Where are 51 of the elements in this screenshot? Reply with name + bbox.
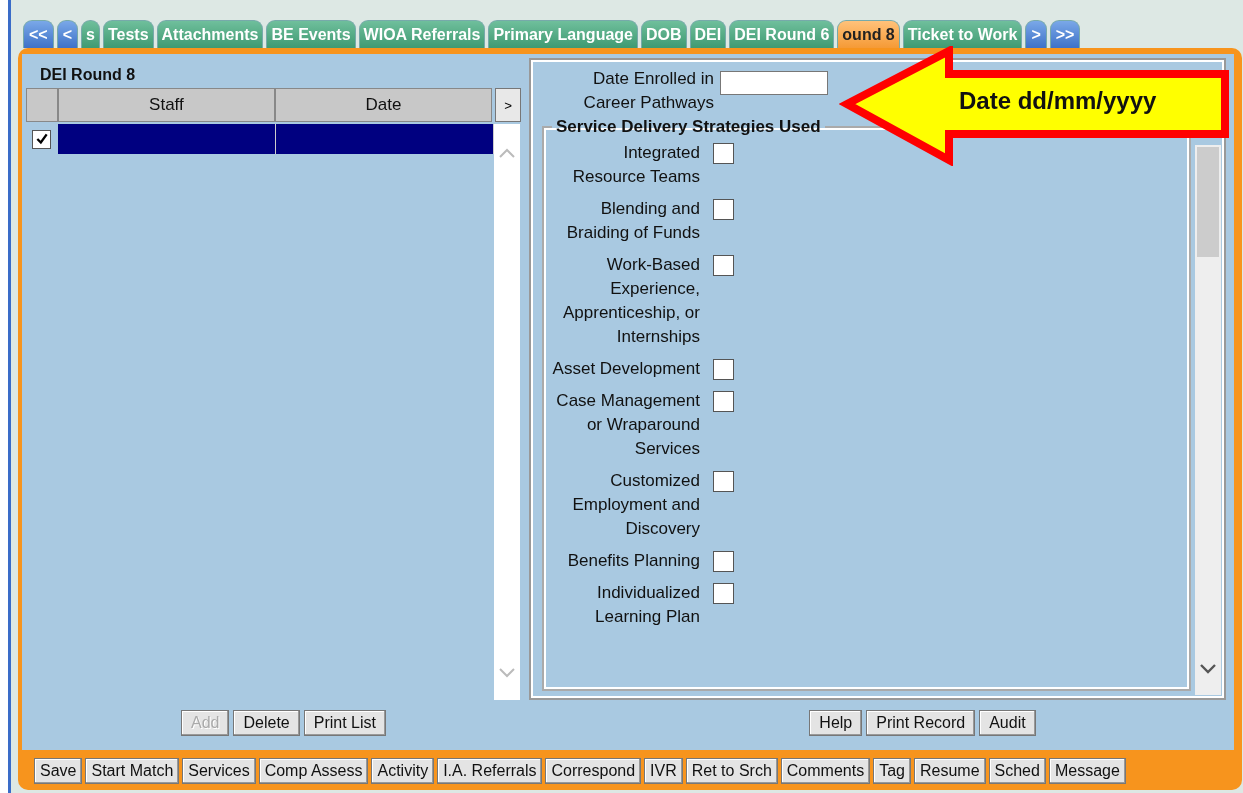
- toolbar-button[interactable]: Activity: [371, 758, 435, 784]
- table-cell[interactable]: [275, 124, 494, 154]
- toolbar-button[interactable]: Ret to Srch: [685, 758, 778, 784]
- checkbox[interactable]: [713, 471, 734, 492]
- toolbar-button[interactable]: Comp Assess: [258, 758, 369, 784]
- checkbox-label: Benefits Planning: [566, 550, 700, 572]
- toolbar-button[interactable]: Sched: [988, 758, 1046, 784]
- checkbox-label: Integrated Resource Teams: [571, 142, 700, 188]
- row-checkbox[interactable]: [32, 129, 52, 149]
- toolbar-button[interactable]: Services: [182, 758, 256, 784]
- toolbar-button[interactable]: Tag: [873, 758, 911, 784]
- checkbox[interactable]: [713, 359, 734, 380]
- checkbox-label: Customized Employment and Discovery: [571, 470, 700, 540]
- group-title: Service Delivery Strategies Used: [555, 117, 822, 137]
- expand-button[interactable]: >: [495, 88, 521, 122]
- toolbar-button[interactable]: Comments: [780, 758, 871, 784]
- header-corner: [26, 88, 58, 122]
- checkbox[interactable]: [713, 583, 734, 604]
- scroll-thumb[interactable]: [1197, 147, 1219, 257]
- list-button[interactable]: Delete: [233, 710, 300, 736]
- toolbar-button[interactable]: Correspond: [545, 758, 642, 784]
- column-header[interactable]: Date: [274, 88, 493, 122]
- checkbox-label: Case Management or Wraparound Services: [555, 390, 700, 460]
- checkbox[interactable]: [713, 255, 734, 276]
- checkbox-label: Blending and Braiding of Funds: [565, 198, 700, 244]
- form-button[interactable]: Help: [809, 710, 863, 736]
- list-title: DEI Round 8: [39, 65, 137, 85]
- toolbar-button[interactable]: Message: [1048, 758, 1126, 784]
- toolbar-button[interactable]: Resume: [913, 758, 986, 784]
- toolbar-button[interactable]: Save: [34, 758, 83, 784]
- date-field[interactable]: [720, 71, 828, 95]
- toolbar-button[interactable]: Start Match: [85, 758, 180, 784]
- checkbox[interactable]: [713, 143, 734, 164]
- checkbox[interactable]: [713, 391, 734, 412]
- scrollbar[interactable]: [1195, 145, 1221, 695]
- form-button[interactable]: Audit: [979, 710, 1036, 736]
- form-button[interactable]: Print Record: [866, 710, 976, 736]
- scroll-down-icon[interactable]: [1199, 663, 1217, 675]
- checkbox-label: Individualized Learning Plan: [594, 582, 700, 628]
- table-cell[interactable]: [57, 124, 276, 154]
- checkbox[interactable]: [713, 199, 734, 220]
- callout-text: Date dd/mm/yyyy: [959, 87, 1157, 115]
- field-label: Date Enrolled in Career Pathways: [582, 68, 714, 114]
- tab[interactable]: ound 8: [837, 20, 900, 48]
- checkbox-label: Asset Development: [552, 358, 700, 380]
- column-header[interactable]: Staff: [57, 88, 275, 122]
- checkbox-label: Work-Based Experience, Apprenticeship, or Internships: [561, 254, 700, 348]
- toolbar-button[interactable]: I.A. Referrals: [437, 758, 543, 784]
- list-button[interactable]: Print List: [303, 710, 386, 736]
- checkbox[interactable]: [713, 551, 734, 572]
- toolbar-button[interactable]: IVR: [644, 758, 683, 784]
